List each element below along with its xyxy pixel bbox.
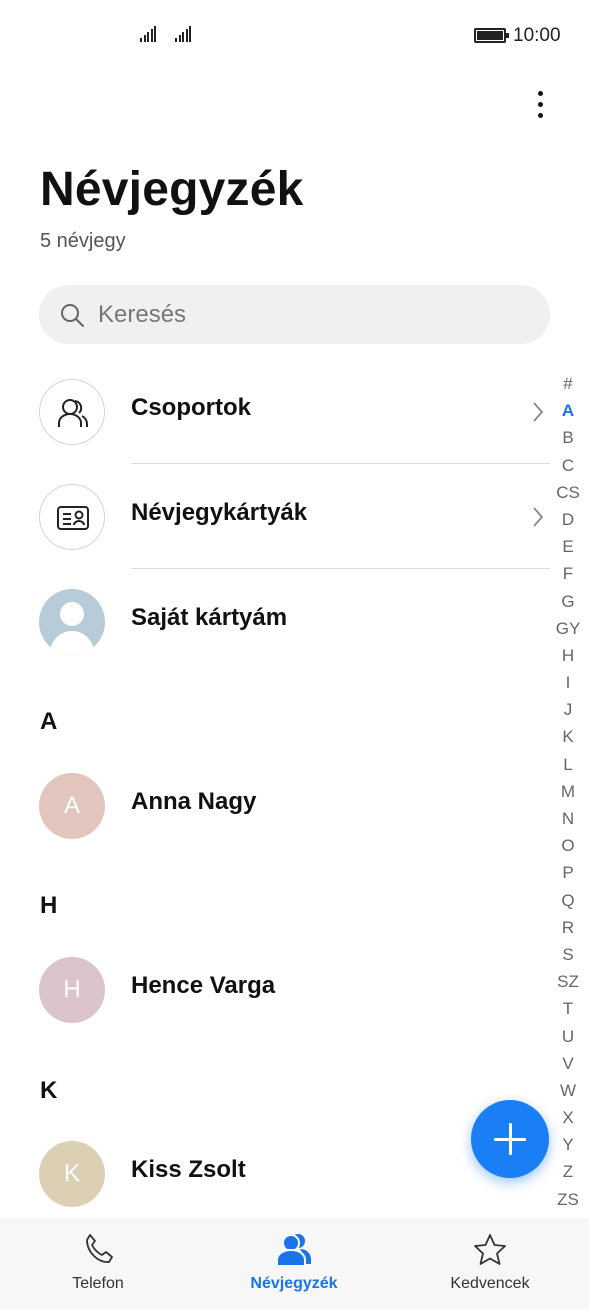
alphabet-index-letter[interactable]: C bbox=[550, 452, 586, 479]
signal-icon bbox=[140, 26, 158, 42]
alphabet-index-letter[interactable]: W bbox=[550, 1077, 586, 1104]
alphabet-index-letter[interactable]: B bbox=[550, 424, 586, 451]
alphabet-index-letter[interactable]: X bbox=[550, 1104, 586, 1131]
alphabet-index-letter[interactable]: L bbox=[550, 751, 586, 778]
tab-contacts[interactable]: Névjegyzék bbox=[196, 1218, 392, 1309]
tab-favorites[interactable]: Kedvencek bbox=[392, 1218, 588, 1309]
star-icon bbox=[474, 1234, 506, 1265]
tab-contacts-label: Névjegyzék bbox=[250, 1275, 338, 1292]
groups-icon-circle bbox=[39, 379, 105, 445]
alphabet-index-letter[interactable]: E bbox=[550, 533, 586, 560]
alphabet-index-letter[interactable]: I bbox=[550, 669, 586, 696]
alphabet-index-letter[interactable]: Q bbox=[550, 887, 586, 914]
contact-row[interactable]: H Hence Varga bbox=[0, 938, 550, 1042]
alphabet-index-letter[interactable]: D bbox=[550, 506, 586, 533]
alphabet-index-letter[interactable]: R bbox=[550, 914, 586, 941]
alphabet-index-letter[interactable]: U bbox=[550, 1023, 586, 1050]
alphabet-index-letter[interactable]: GY bbox=[550, 615, 586, 642]
alphabet-index-letter[interactable]: O bbox=[550, 832, 586, 859]
groups-row[interactable]: Csoportok bbox=[0, 360, 550, 464]
contact-name: Kiss Zsolt bbox=[131, 1156, 246, 1183]
alphabet-index-letter[interactable]: P bbox=[550, 859, 586, 886]
section-header-k: K bbox=[40, 1077, 58, 1104]
status-time: 10:00 bbox=[513, 25, 561, 46]
search-placeholder: Keresés bbox=[98, 301, 187, 328]
tab-phone-label: Telefon bbox=[72, 1275, 124, 1292]
contact-avatar: A bbox=[39, 773, 105, 839]
my-card-avatar bbox=[39, 589, 105, 655]
alphabet-index-letter[interactable]: Y bbox=[550, 1131, 586, 1158]
alphabet-index-letter[interactable]: T bbox=[550, 995, 586, 1022]
groups-icon bbox=[58, 399, 88, 427]
section-header-a: A bbox=[40, 708, 58, 735]
chevron-right-icon bbox=[533, 402, 544, 422]
bottom-navigation: Telefon Névjegyzék Kedvencek bbox=[0, 1218, 589, 1309]
section-header-h: H bbox=[40, 892, 58, 919]
add-contact-button[interactable] bbox=[471, 1100, 549, 1178]
divider bbox=[131, 568, 550, 569]
contacts-icon bbox=[276, 1234, 311, 1267]
divider bbox=[131, 463, 550, 464]
alphabet-index-letter[interactable]: N bbox=[550, 805, 586, 832]
alphabet-index-letter[interactable]: G bbox=[550, 588, 586, 615]
contact-name: Anna Nagy bbox=[131, 788, 257, 815]
my-card-row[interactable]: Saját kártyám bbox=[0, 570, 550, 674]
my-card-label: Saját kártyám bbox=[131, 604, 288, 631]
alphabet-index-letter[interactable]: S bbox=[550, 941, 586, 968]
status-bar: 10:00 bbox=[0, 0, 589, 72]
page-title: Névjegyzék bbox=[40, 163, 304, 216]
alphabet-index-letter[interactable]: ZS bbox=[550, 1186, 586, 1213]
search-input[interactable]: Keresés bbox=[39, 285, 550, 344]
signal-icon bbox=[175, 26, 193, 42]
alphabet-index-letter[interactable]: A bbox=[550, 397, 586, 424]
business-card-icon-circle bbox=[39, 484, 105, 550]
contact-row[interactable]: A Anna Nagy bbox=[0, 754, 550, 858]
contact-row[interactable]: K Kiss Zsolt bbox=[0, 1122, 550, 1226]
alphabet-index-letter[interactable]: Z bbox=[550, 1158, 586, 1185]
alphabet-index-letter[interactable]: # bbox=[550, 370, 586, 397]
alphabet-index-letter[interactable]: M bbox=[550, 778, 586, 805]
business-cards-label: Névjegykártyák bbox=[131, 499, 308, 526]
search-icon bbox=[61, 304, 84, 327]
phone-icon bbox=[86, 1234, 113, 1263]
chevron-right-icon bbox=[533, 507, 544, 527]
contact-name: Hence Varga bbox=[131, 972, 276, 999]
alphabet-index-letter[interactable]: H bbox=[550, 642, 586, 669]
tab-phone[interactable]: Telefon bbox=[0, 1218, 196, 1309]
contact-count: 5 névjegy bbox=[40, 230, 126, 252]
alphabet-index[interactable]: # A B C CS D E F G GY H I J K L M N O P Q R S SZ T U V W X Y Z ZS bbox=[550, 370, 586, 1213]
alphabet-index-letter[interactable]: V bbox=[550, 1050, 586, 1077]
alphabet-index-letter[interactable]: SZ bbox=[550, 968, 586, 995]
alphabet-index-letter[interactable]: F bbox=[550, 560, 586, 587]
alphabet-index-letter[interactable]: K bbox=[550, 723, 586, 750]
alphabet-index-letter[interactable]: CS bbox=[550, 479, 586, 506]
battery-icon bbox=[474, 28, 509, 43]
tab-favorites-label: Kedvencek bbox=[450, 1275, 530, 1292]
business-card-icon bbox=[57, 506, 89, 530]
groups-label: Csoportok bbox=[131, 394, 251, 421]
alphabet-index-letter[interactable]: J bbox=[550, 696, 586, 723]
contact-avatar: K bbox=[39, 1141, 105, 1207]
contact-avatar: H bbox=[39, 957, 105, 1023]
more-vertical-icon bbox=[537, 90, 543, 96]
more-options-button[interactable] bbox=[520, 84, 560, 124]
business-cards-row[interactable]: Névjegykártyák bbox=[0, 465, 550, 569]
